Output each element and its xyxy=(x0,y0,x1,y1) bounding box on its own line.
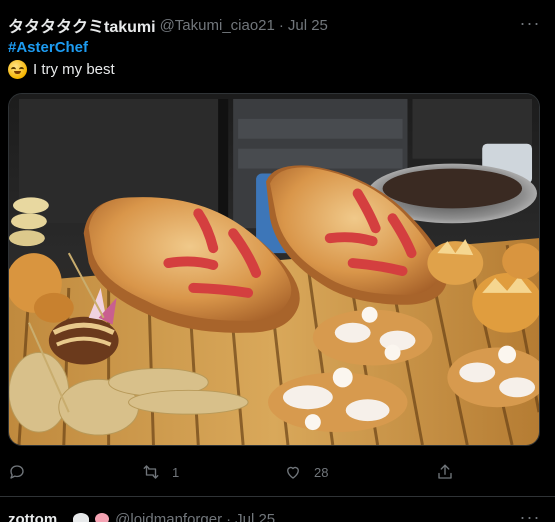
tweet-header: タタタタクミtakumi @Takumi_ciao21 · Jul 25 xyxy=(8,13,328,37)
like-button[interactable]: 28 xyxy=(284,460,328,484)
next-author-handle[interactable]: @loidmanforger xyxy=(115,511,222,522)
flower-emoji-icon xyxy=(95,513,110,522)
reply-button[interactable] xyxy=(8,460,38,484)
tweet-media-image[interactable] xyxy=(8,93,540,446)
more-options-icon[interactable]: ··· xyxy=(519,12,541,34)
sweat-smile-emoji-icon xyxy=(8,60,27,79)
next-tweet-timestamp[interactable]: Jul 25 xyxy=(235,511,275,522)
tweet-divider xyxy=(0,496,555,497)
tweet-text: I try my best xyxy=(8,60,115,79)
tweet[interactable]: タタタタクミtakumi @Takumi_ciao21 · Jul 25 ···… xyxy=(0,0,555,500)
cat-emoji-icon xyxy=(73,513,90,522)
like-count: 28 xyxy=(314,464,329,480)
retweet-icon xyxy=(143,465,159,479)
retweet-button[interactable]: 1 xyxy=(142,460,179,484)
next-author-display-name[interactable]: zottom xyxy=(8,511,57,522)
reply-icon xyxy=(10,465,24,479)
heart-icon xyxy=(287,466,299,479)
hashtag-link[interactable]: #AsterChef xyxy=(8,39,88,56)
share-button[interactable] xyxy=(436,460,466,484)
next-more-options-icon[interactable]: ··· xyxy=(519,506,541,522)
author-display-name[interactable]: タタタタクミtakumi xyxy=(8,13,156,37)
author-handle[interactable]: @Takumi_ciao21 xyxy=(160,17,275,34)
share-icon xyxy=(438,464,452,479)
retweet-count: 1 xyxy=(172,464,180,480)
tweet-timestamp[interactable]: Jul 25 xyxy=(288,17,328,34)
meta-separator: · xyxy=(278,16,284,34)
tweet-actions: 1 28 xyxy=(0,460,555,484)
next-tweet-header[interactable]: zottom @loidmanforger · Jul 25 xyxy=(8,510,275,522)
tweet-text-body: I try my best xyxy=(33,61,115,78)
next-meta-separator: · xyxy=(226,510,232,522)
pastry-photo xyxy=(9,94,539,445)
